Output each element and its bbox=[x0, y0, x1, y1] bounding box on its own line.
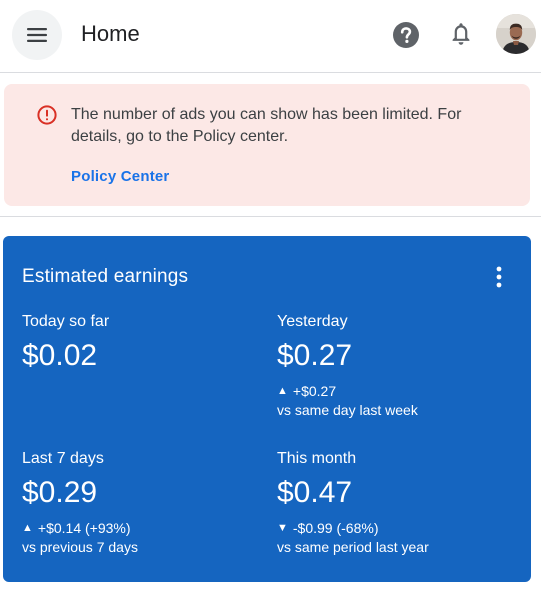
help-circle-icon bbox=[393, 22, 419, 48]
metric-value: $0.27 bbox=[277, 339, 353, 372]
avatar[interactable] bbox=[496, 14, 536, 54]
alert-section: The number of ads you can show has been … bbox=[0, 73, 541, 217]
metric-value: $0.47 bbox=[277, 476, 353, 509]
menu-icon bbox=[27, 28, 47, 42]
delta-value: +$0.27 bbox=[292, 383, 337, 399]
metric-last-7-days: Last 7 days $0.29 ▲ +$0.14 (+93%) vs pre… bbox=[22, 449, 262, 557]
delta-value: -$0.99 (-68%) bbox=[292, 520, 379, 536]
metric-this-month: This month $0.47 ▼ -$0.99 (-68%) vs same… bbox=[277, 449, 517, 557]
metric-label: Yesterday bbox=[277, 313, 348, 330]
help-button[interactable] bbox=[392, 21, 420, 49]
metric-delta: ▲ +$0.27 bbox=[277, 382, 517, 400]
policy-alert-banner: The number of ads you can show has been … bbox=[4, 84, 530, 206]
metric-delta: ▼ -$0.99 (-68%) bbox=[277, 519, 517, 537]
alert-message: The number of ads you can show has been … bbox=[71, 106, 462, 145]
metric-comparison: vs previous 7 days bbox=[22, 539, 138, 555]
trend-down-icon: ▼ bbox=[277, 522, 288, 534]
estimated-earnings-card: Estimated earnings Today so far $0.02 Ye… bbox=[3, 236, 531, 582]
policy-center-link[interactable]: Policy Center bbox=[71, 168, 169, 185]
bell-icon bbox=[452, 23, 470, 45]
metric-value: $0.29 bbox=[22, 476, 98, 509]
delta-value: +$0.14 (+93%) bbox=[37, 520, 131, 536]
card-menu-button[interactable] bbox=[487, 264, 511, 290]
page-title: Home bbox=[81, 21, 140, 46]
metric-yesterday: Yesterday $0.27 ▲ +$0.27 vs same day las… bbox=[277, 312, 517, 420]
trend-up-icon: ▲ bbox=[277, 385, 288, 397]
menu-button[interactable] bbox=[12, 10, 62, 60]
card-title: Estimated earnings bbox=[22, 266, 189, 287]
metric-value: $0.02 bbox=[22, 339, 98, 372]
page: Home The number of ads you can show has … bbox=[0, 0, 541, 594]
metric-label: This month bbox=[277, 450, 357, 467]
user-avatar bbox=[496, 14, 536, 54]
metric-label: Last 7 days bbox=[22, 450, 104, 467]
top-app-bar: Home bbox=[0, 0, 541, 73]
metric-comparison: vs same day last week bbox=[277, 402, 418, 418]
more-vert-icon bbox=[496, 266, 502, 288]
metric-today: Today so far $0.02 bbox=[22, 312, 262, 374]
metric-label: Today so far bbox=[22, 313, 110, 330]
notifications-button[interactable] bbox=[447, 20, 475, 48]
trend-up-icon: ▲ bbox=[22, 522, 33, 534]
metric-delta: ▲ +$0.14 (+93%) bbox=[22, 519, 262, 537]
error-circle-icon bbox=[37, 105, 57, 125]
metric-comparison: vs same period last year bbox=[277, 539, 429, 555]
